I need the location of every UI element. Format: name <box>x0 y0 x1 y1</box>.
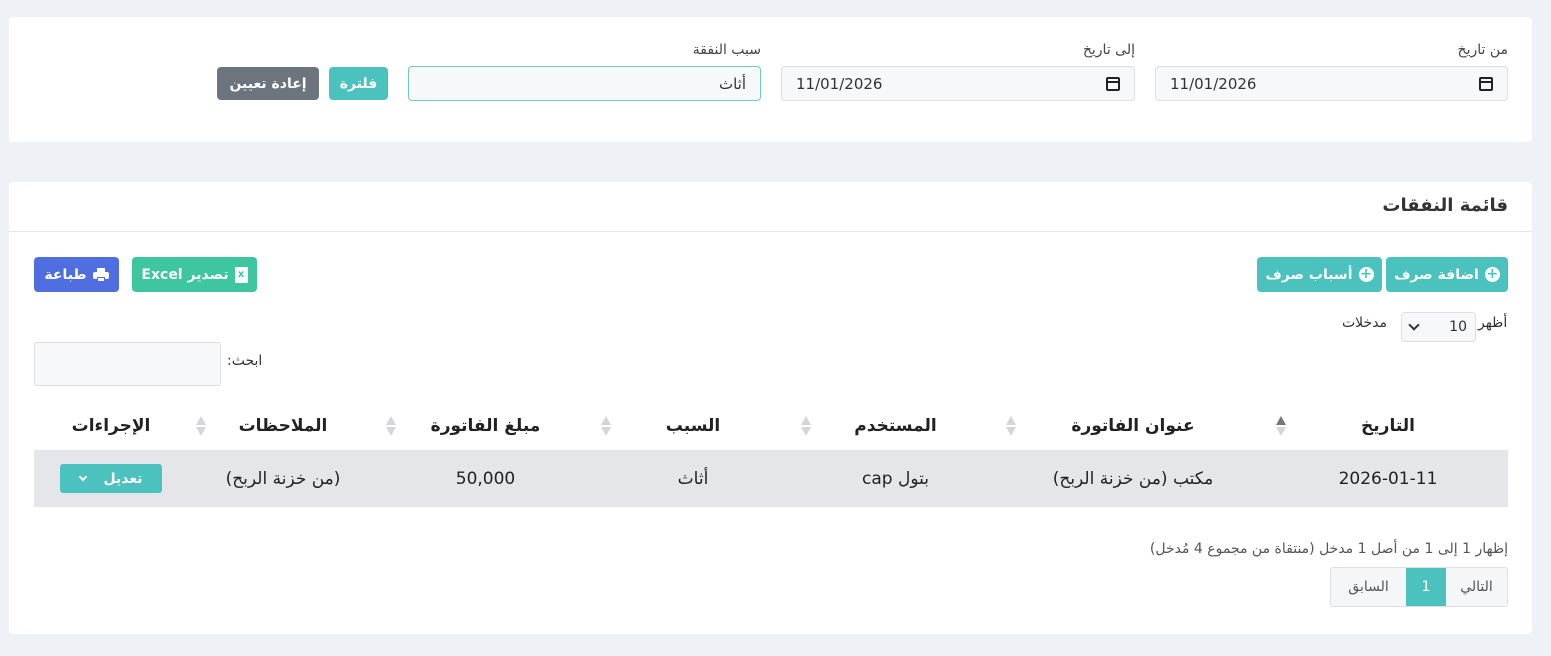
expense-reasons-button[interactable]: + أسباب صرف <box>1257 257 1382 292</box>
cell-reason: أثاث <box>677 468 709 489</box>
page-size-select[interactable]: 10 <box>1401 312 1476 342</box>
cell-date: 2026-01-11 <box>1338 468 1438 489</box>
table-row: 2026-01-11 مكتب (من خزنة الربح) بتول cap… <box>34 450 1508 507</box>
excel-file-icon: x <box>234 266 248 283</box>
expenses-table: التاريخ عنوان الفاتورة المستخدم السبب مب… <box>34 402 1508 507</box>
chevron-down-icon <box>1408 319 1420 331</box>
expense-reasons-label: أسباب صرف <box>1265 266 1353 283</box>
search-label: ابحث: <box>227 353 263 369</box>
column-header-amount[interactable]: مبلغ الفاتورة <box>378 416 593 436</box>
export-excel-button[interactable]: x تصدير Excel <box>132 257 257 292</box>
reset-button[interactable]: إعادة تعيين <box>217 67 319 100</box>
expenses-list-panel: قائمة النفقات + اضافة صرف + أسباب صرف x … <box>9 182 1532 634</box>
column-header-date[interactable]: التاريخ <box>1268 416 1508 436</box>
pagination-page-1[interactable]: 1 <box>1406 568 1446 606</box>
to-date-input[interactable]: 11/01/2026 <box>781 66 1135 101</box>
sort-icon <box>1276 415 1286 437</box>
edit-label: تعديل <box>103 470 143 487</box>
plus-circle-icon: + <box>1358 266 1374 282</box>
print-label: طباعة <box>44 266 87 283</box>
sort-icon <box>601 415 611 437</box>
sort-icon <box>1006 415 1016 437</box>
to-date-value: 11/01/2026 <box>796 74 883 93</box>
show-label: أظهر <box>1478 315 1508 331</box>
column-header-user[interactable]: المستخدم <box>793 416 998 436</box>
column-header-actions: الإجراءات <box>71 416 151 436</box>
export-excel-label: تصدير Excel <box>141 266 229 283</box>
calendar-icon[interactable] <box>1479 76 1493 91</box>
filter-button[interactable]: فلترة <box>329 67 388 100</box>
column-header-invoice-title[interactable]: عنوان الفاتورة <box>998 416 1268 436</box>
sort-icon <box>386 415 396 437</box>
from-date-value: 11/01/2026 <box>1170 74 1257 93</box>
cell-amount: 50,000 <box>455 468 516 489</box>
from-date-label: من تاريخ <box>1457 42 1508 58</box>
cell-invoice-title: مكتب (من خزنة الربح) <box>1052 468 1214 489</box>
edit-dropdown-button[interactable]: تعديل <box>60 464 162 493</box>
chevron-down-icon <box>78 472 87 482</box>
to-date-label: إلى تاريخ <box>1082 42 1135 58</box>
column-header-reason[interactable]: السبب <box>593 416 793 436</box>
filter-panel: من تاريخ 11/01/2026 إلى تاريخ 11/01/2026… <box>9 17 1532 142</box>
add-expense-button[interactable]: + اضافة صرف <box>1386 257 1508 292</box>
cell-notes: (من خزنة الربح) <box>225 468 341 489</box>
reason-label: سبب النفقة <box>692 42 761 58</box>
from-date-input[interactable]: 11/01/2026 <box>1155 66 1508 101</box>
table-header: التاريخ عنوان الفاتورة المستخدم السبب مب… <box>34 402 1508 450</box>
plus-circle-icon: + <box>1484 266 1500 282</box>
sort-icon <box>801 415 811 437</box>
divider <box>9 231 1532 232</box>
cell-user: بتول cap <box>862 468 929 489</box>
pagination-previous[interactable]: السابق <box>1331 568 1406 606</box>
print-button[interactable]: طباعة <box>34 257 119 292</box>
entries-label: مدخلات <box>1342 315 1388 331</box>
sort-icon <box>196 415 206 437</box>
cell-actions: تعديل <box>34 464 188 493</box>
table-summary: إظهار 1 إلى 1 من أصل 1 مدخل (منتقاة من م… <box>1149 541 1508 557</box>
calendar-icon[interactable] <box>1106 76 1120 91</box>
page-size-value: 10 <box>1449 319 1467 335</box>
pagination: التالي 1 السابق <box>1330 567 1508 607</box>
printer-icon <box>92 267 109 282</box>
reason-input[interactable]: أثاث <box>408 66 761 101</box>
card-title: قائمة النفقات <box>1382 195 1508 216</box>
search-input[interactable] <box>34 342 221 386</box>
add-expense-label: اضافة صرف <box>1394 266 1479 283</box>
pagination-next[interactable]: التالي <box>1446 568 1507 606</box>
reason-value: أثاث <box>718 74 746 93</box>
column-header-notes[interactable]: الملاحظات <box>188 416 378 436</box>
